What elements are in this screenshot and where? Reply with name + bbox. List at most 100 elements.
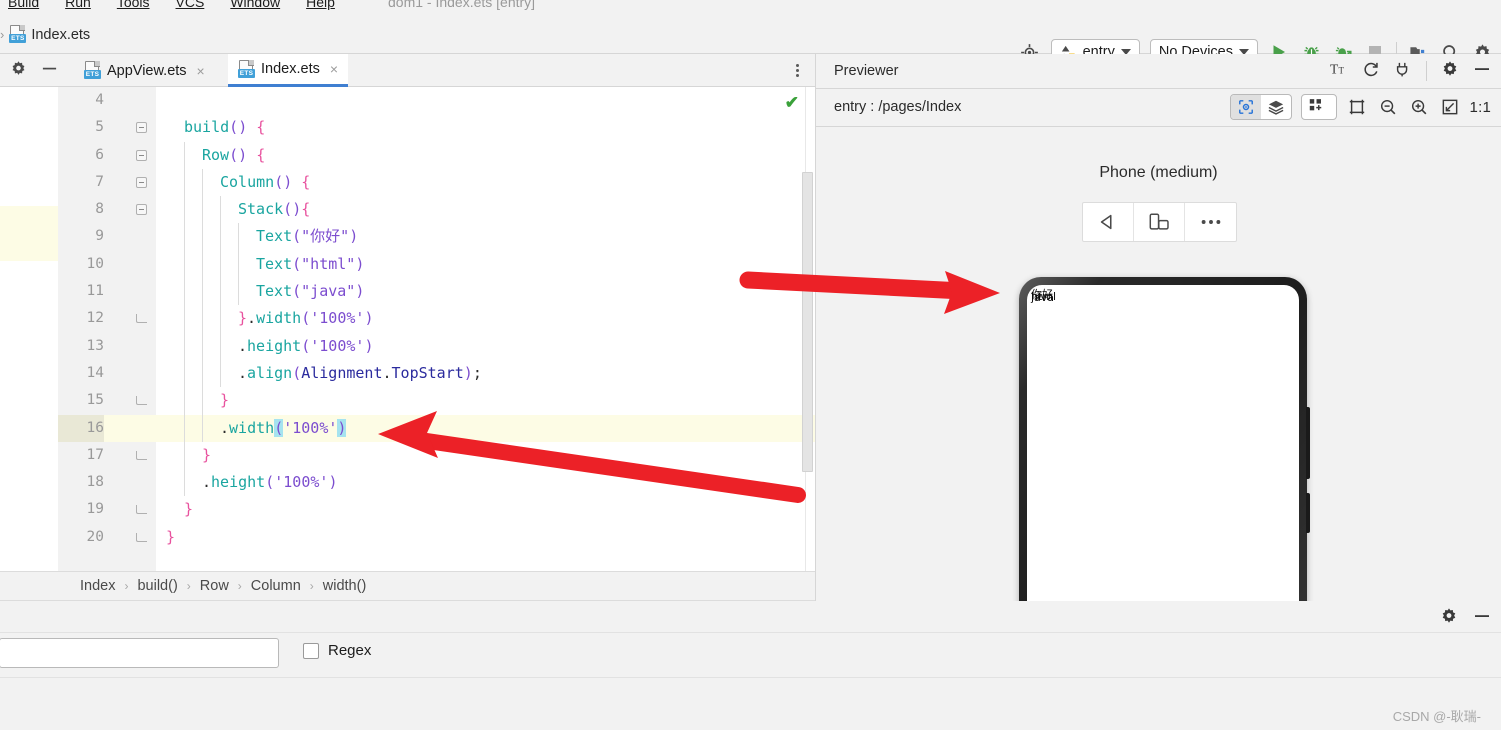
regex-option[interactable]: Regex xyxy=(303,642,371,659)
fold-gutter[interactable] xyxy=(132,196,152,223)
breadcrumb-item-build[interactable]: build() xyxy=(137,578,177,594)
fold-gutter[interactable] xyxy=(132,496,152,523)
bottom-panel-header xyxy=(0,601,1501,633)
indent-guide xyxy=(184,168,185,197)
code-line[interactable]: 7 Column() { xyxy=(58,168,815,197)
code-line[interactable]: 18 .height('100%') xyxy=(58,469,815,497)
fold-gutter[interactable] xyxy=(132,114,152,141)
plug-off-icon[interactable] xyxy=(1394,60,1412,83)
minimize-icon[interactable] xyxy=(41,60,58,82)
rotate-back-icon[interactable] xyxy=(1083,203,1134,241)
code-line[interactable]: 13 .height('100%') xyxy=(58,332,815,360)
inspector-icon[interactable] xyxy=(1230,95,1261,119)
breadcrumb-item-width[interactable]: width() xyxy=(323,578,367,594)
indent-guide xyxy=(202,278,203,306)
code-line[interactable]: 12}.width('100%') xyxy=(58,305,815,333)
line-number: 7 xyxy=(95,173,104,190)
breadcrumb-item-index[interactable]: Index xyxy=(80,578,115,594)
gear-icon[interactable] xyxy=(1440,607,1458,630)
code-line[interactable]: 4 xyxy=(58,87,815,114)
code-line[interactable]: 11 Text("java") xyxy=(58,278,815,306)
minimize-icon[interactable] xyxy=(1473,607,1491,630)
tab-appview-ets[interactable]: ETS AppView.ets × xyxy=(74,54,215,87)
ets-file-icon: ETS xyxy=(238,59,255,79)
code-line[interactable]: 14 .align(Alignment.TopStart); xyxy=(58,359,815,388)
zoom-in-icon[interactable] xyxy=(1408,96,1430,118)
fold-end-icon[interactable] xyxy=(136,396,147,406)
orientation-icon[interactable] xyxy=(1134,203,1185,241)
zoom-out-icon[interactable] xyxy=(1377,96,1399,118)
multi-device-dropdown[interactable] xyxy=(1300,94,1337,120)
code-text: .height('100%') xyxy=(202,473,338,492)
breadcrumb-item-row[interactable]: Row xyxy=(200,578,229,594)
gear-icon[interactable] xyxy=(1441,60,1459,83)
code-text: .height('100%') xyxy=(238,336,374,355)
device-preview-frame[interactable]: 你好 html java xyxy=(1019,277,1310,607)
fold-gutter[interactable] xyxy=(132,524,152,551)
more-icon[interactable] xyxy=(1185,203,1236,241)
inspection-status-icon[interactable]: ✔ xyxy=(785,93,799,113)
bottom-panel-divider xyxy=(0,677,1501,678)
indent-guide xyxy=(202,223,203,251)
code-line[interactable]: 5 build() { xyxy=(58,114,815,141)
menu-item-window[interactable]: Window xyxy=(230,0,280,10)
code-lines[interactable]: 4 5 build() {6 Row() {7 Column() {8 Stack(){9… xyxy=(58,87,815,571)
fold-gutter[interactable] xyxy=(132,442,152,469)
indent-guide xyxy=(184,278,185,306)
menu-item-vcs[interactable]: VCS xyxy=(176,0,205,10)
menu-item-build[interactable]: Build xyxy=(8,0,39,10)
regex-checkbox[interactable] xyxy=(303,642,319,659)
fold-end-icon[interactable] xyxy=(136,505,147,515)
menu-item-run[interactable]: Run xyxy=(65,0,91,10)
fold-end-icon[interactable] xyxy=(136,450,147,460)
fold-collapse-icon[interactable] xyxy=(136,176,147,188)
close-icon[interactable]: × xyxy=(197,63,205,79)
fold-gutter[interactable] xyxy=(132,169,152,196)
fit-to-window-icon[interactable] xyxy=(1439,96,1461,118)
line-number: 12 xyxy=(86,310,104,327)
indent-guide xyxy=(202,414,203,442)
gear-icon[interactable] xyxy=(10,60,27,82)
code-line[interactable]: 9 Text("你好") xyxy=(58,223,815,251)
code-line[interactable]: 6 Row() { xyxy=(58,141,815,169)
search-input[interactable] xyxy=(0,638,279,668)
close-icon[interactable]: × xyxy=(330,61,338,77)
line-number: 18 xyxy=(86,474,104,491)
fold-collapse-icon[interactable] xyxy=(136,204,147,216)
fold-gutter[interactable] xyxy=(132,387,152,414)
code-editor[interactable]: 4 5 build() {6 Row() {7 Column() {8 Stack(){9… xyxy=(0,87,815,571)
indent-guide xyxy=(184,414,185,442)
editor-vertical-scrollbar[interactable] xyxy=(802,172,813,472)
breadcrumb-item-column[interactable]: Column xyxy=(251,578,301,594)
device-screen[interactable]: 你好 html java xyxy=(1027,285,1299,607)
fold-collapse-icon[interactable] xyxy=(136,149,147,161)
code-line[interactable]: 16 .width('100%') xyxy=(58,414,815,442)
indent-guide xyxy=(220,250,221,279)
fold-gutter[interactable] xyxy=(132,142,152,169)
fold-gutter[interactable] xyxy=(132,305,152,332)
line-number: 5 xyxy=(95,119,104,136)
tab-overflow-icon[interactable] xyxy=(789,62,805,79)
tab-index-ets[interactable]: ETS Index.ets × xyxy=(228,54,349,87)
indent-guide xyxy=(184,305,185,333)
fold-collapse-icon[interactable] xyxy=(136,122,147,134)
minimize-icon[interactable] xyxy=(1473,60,1491,83)
menu-item-help[interactable]: Help xyxy=(306,0,335,10)
ets-icon-label: ETS xyxy=(84,70,101,79)
code-line[interactable]: 15} xyxy=(58,387,815,415)
code-line[interactable]: 10 Text("html") xyxy=(58,250,815,279)
code-line[interactable]: 8 Stack(){ xyxy=(58,196,815,224)
font-size-icon[interactable]: T T xyxy=(1330,60,1348,83)
code-line[interactable]: 20} xyxy=(58,524,815,551)
menu-item-tools[interactable]: Tools xyxy=(117,0,150,10)
code-line[interactable]: 17} xyxy=(58,441,815,470)
watermark: CSDN @-耿瑞- xyxy=(1392,709,1481,724)
zoom-ratio-label[interactable]: 1:1 xyxy=(1470,99,1491,116)
device-frame-icon[interactable] xyxy=(1346,96,1368,118)
fold-end-icon[interactable] xyxy=(136,314,147,324)
layers-icon[interactable] xyxy=(1261,95,1291,119)
refresh-icon[interactable] xyxy=(1362,60,1380,83)
code-line[interactable]: 19} xyxy=(58,496,815,523)
line-number: 11 xyxy=(86,283,104,300)
fold-end-icon[interactable] xyxy=(136,532,147,542)
